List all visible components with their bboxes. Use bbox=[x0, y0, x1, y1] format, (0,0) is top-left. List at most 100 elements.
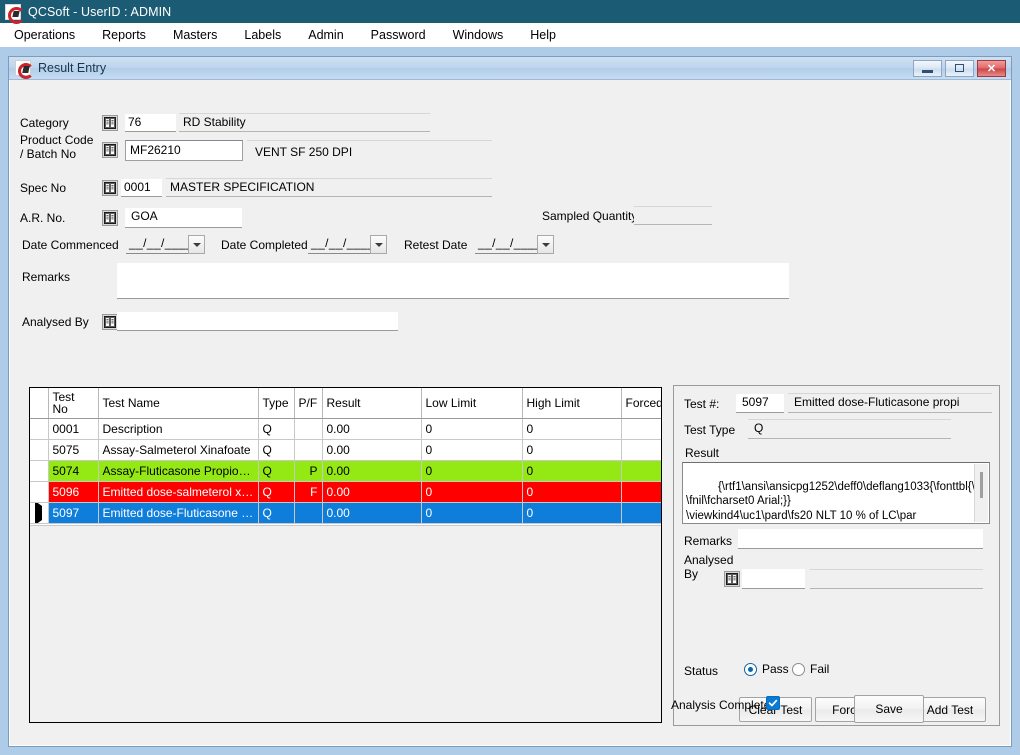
minimize-button[interactable] bbox=[913, 60, 942, 77]
row-selector[interactable] bbox=[30, 461, 48, 482]
remarks-label: Remarks bbox=[22, 270, 70, 284]
cell-test-no: 5074 bbox=[48, 461, 98, 482]
table-row[interactable]: 0001 Description Q 0.00 0 0 bbox=[30, 419, 662, 440]
chevron-down-icon bbox=[542, 243, 550, 247]
cell-forced bbox=[621, 482, 662, 503]
menubar: Operations Reports Masters Labels Admin … bbox=[0, 23, 1020, 47]
status-pass-radio[interactable]: Pass bbox=[744, 662, 789, 676]
detail-remarks-input[interactable] bbox=[738, 529, 983, 549]
date-completed-input[interactable]: __/__/____ bbox=[308, 235, 370, 254]
product-code-lookup-button[interactable] bbox=[102, 142, 118, 158]
ar-no-label: A.R. No. bbox=[20, 211, 100, 225]
grid-header-forced[interactable]: Forced bbox=[621, 388, 662, 419]
lookup-book-icon bbox=[104, 316, 116, 328]
cell-result[interactable]: 0.00 bbox=[322, 440, 421, 461]
detail-result-scrollbar[interactable] bbox=[974, 464, 988, 522]
product-code-label: Product Code / Batch No bbox=[20, 133, 106, 161]
table-row[interactable]: 5097 Emitted dose-Fluticasone pr... Q 0.… bbox=[30, 503, 662, 524]
cell-forced bbox=[621, 503, 662, 524]
date-commenced-input[interactable]: __/__/____ bbox=[126, 235, 188, 254]
row-selector[interactable] bbox=[30, 503, 48, 524]
grid-header-pf[interactable]: P/F bbox=[294, 388, 322, 419]
menu-item-password[interactable]: Password bbox=[371, 26, 439, 44]
menu-item-operations[interactable]: Operations bbox=[14, 26, 88, 44]
cell-test-name: Description bbox=[98, 419, 258, 440]
detail-test-type-field: Q bbox=[748, 419, 951, 439]
date-completed-picker[interactable]: __/__/____ bbox=[308, 235, 387, 254]
grid-header-type[interactable]: Type bbox=[258, 388, 294, 419]
grid-header-row: Test No Test Name Type P/F Result Low Li… bbox=[30, 388, 662, 419]
category-label: Category bbox=[20, 116, 100, 130]
grid-body: 0001 Description Q 0.00 0 0 5075 bbox=[30, 419, 662, 524]
grid-header-high-limit[interactable]: High Limit bbox=[522, 388, 621, 419]
date-commenced-picker[interactable]: __/__/____ bbox=[126, 235, 205, 254]
cell-type: Q bbox=[258, 440, 294, 461]
cell-result[interactable]: 0.00 bbox=[322, 482, 421, 503]
analysed-by-input[interactable] bbox=[117, 312, 398, 331]
detail-analysed-by-code-input[interactable] bbox=[742, 569, 805, 589]
product-code-input[interactable]: MF26210 bbox=[125, 140, 243, 161]
detail-result-scrollbar-thumb[interactable] bbox=[980, 472, 983, 498]
menu-item-reports[interactable]: Reports bbox=[102, 26, 159, 44]
cell-test-name: Assay-Fluticasone Propionat... bbox=[98, 461, 258, 482]
save-button[interactable]: Save bbox=[854, 695, 924, 723]
grid-header-result[interactable]: Result bbox=[322, 388, 421, 419]
result-entry-titlebar[interactable]: Result Entry ✕ bbox=[9, 57, 1011, 80]
cell-result[interactable]: 0.00 bbox=[322, 419, 421, 440]
spec-no-input[interactable]: 0001 bbox=[121, 179, 162, 197]
cell-type: Q bbox=[258, 482, 294, 503]
ar-no-lookup-button[interactable] bbox=[102, 210, 118, 226]
detail-test-no-label: Test #: bbox=[684, 397, 719, 411]
qcsoft-logo-icon bbox=[15, 60, 31, 76]
status-fail-radio[interactable]: Fail bbox=[792, 662, 829, 676]
menu-item-admin[interactable]: Admin bbox=[308, 26, 356, 44]
result-entry-window: Result Entry ✕ Category bbox=[8, 56, 1012, 747]
row-selector[interactable] bbox=[30, 440, 48, 461]
table-row[interactable]: 5096 Emitted dose-salmeterol xinafo Q F … bbox=[30, 482, 662, 503]
spec-no-lookup-button[interactable] bbox=[102, 180, 118, 196]
analysis-complete-checkbox[interactable] bbox=[766, 696, 780, 710]
menu-item-windows[interactable]: Windows bbox=[453, 26, 517, 44]
cell-high-limit: 0 bbox=[522, 419, 621, 440]
cell-result[interactable]: 0.00 bbox=[322, 461, 421, 482]
detail-result-rtf-textarea[interactable]: {\rtf1\ansi\ansicpg1252\deff0\deflang103… bbox=[682, 462, 990, 524]
grid-header-test-no[interactable]: Test No bbox=[48, 388, 98, 419]
status-fail-label: Fail bbox=[810, 662, 829, 676]
chevron-down-icon bbox=[193, 243, 201, 247]
analysed-by-lookup-button[interactable] bbox=[102, 314, 118, 330]
row-selector[interactable] bbox=[30, 419, 48, 440]
maximize-button[interactable] bbox=[945, 60, 974, 77]
test-results-grid[interactable]: Test No Test Name Type P/F Result Low Li… bbox=[29, 387, 662, 723]
sampled-quantity-input[interactable] bbox=[634, 206, 712, 225]
grid-header-test-name[interactable]: Test Name bbox=[98, 388, 258, 419]
window-controls: ✕ bbox=[913, 60, 1011, 77]
cell-high-limit: 0 bbox=[522, 482, 621, 503]
cell-high-limit: 0 bbox=[522, 503, 621, 524]
category-lookup-button[interactable] bbox=[102, 115, 118, 131]
menu-item-labels[interactable]: Labels bbox=[244, 26, 294, 44]
date-completed-dropdown-button[interactable] bbox=[370, 235, 387, 254]
remarks-input[interactable] bbox=[117, 263, 789, 299]
retest-date-label: Retest Date bbox=[404, 238, 467, 252]
cell-test-name: Assay-Salmeterol Xinafoate bbox=[98, 440, 258, 461]
retest-date-dropdown-button[interactable] bbox=[537, 235, 554, 254]
menu-item-masters[interactable]: Masters bbox=[173, 26, 230, 44]
cell-pf bbox=[294, 440, 322, 461]
retest-date-input[interactable]: __/__/____ bbox=[475, 235, 537, 254]
category-code-input[interactable]: 76 bbox=[125, 114, 176, 132]
grid-header-low-limit[interactable]: Low Limit bbox=[421, 388, 522, 419]
test-results-table: Test No Test Name Type P/F Result Low Li… bbox=[30, 388, 662, 524]
row-selector[interactable] bbox=[30, 482, 48, 503]
retest-date-picker[interactable]: __/__/____ bbox=[475, 235, 554, 254]
table-row[interactable]: 5074 Assay-Fluticasone Propionat... Q P … bbox=[30, 461, 662, 482]
add-test-button[interactable]: Add Test bbox=[914, 697, 986, 722]
detail-test-no-input[interactable]: 5097 bbox=[736, 394, 784, 413]
date-commenced-dropdown-button[interactable] bbox=[188, 235, 205, 254]
menu-item-help[interactable]: Help bbox=[530, 26, 569, 44]
close-button[interactable]: ✕ bbox=[977, 60, 1006, 77]
ar-no-input[interactable]: GOA bbox=[125, 208, 242, 228]
table-row[interactable]: 5075 Assay-Salmeterol Xinafoate Q 0.00 0… bbox=[30, 440, 662, 461]
detail-analysed-by-lookup-button[interactable] bbox=[724, 571, 740, 587]
cell-result[interactable]: 0.00 bbox=[322, 503, 421, 524]
status-pass-label: Pass bbox=[762, 662, 789, 676]
